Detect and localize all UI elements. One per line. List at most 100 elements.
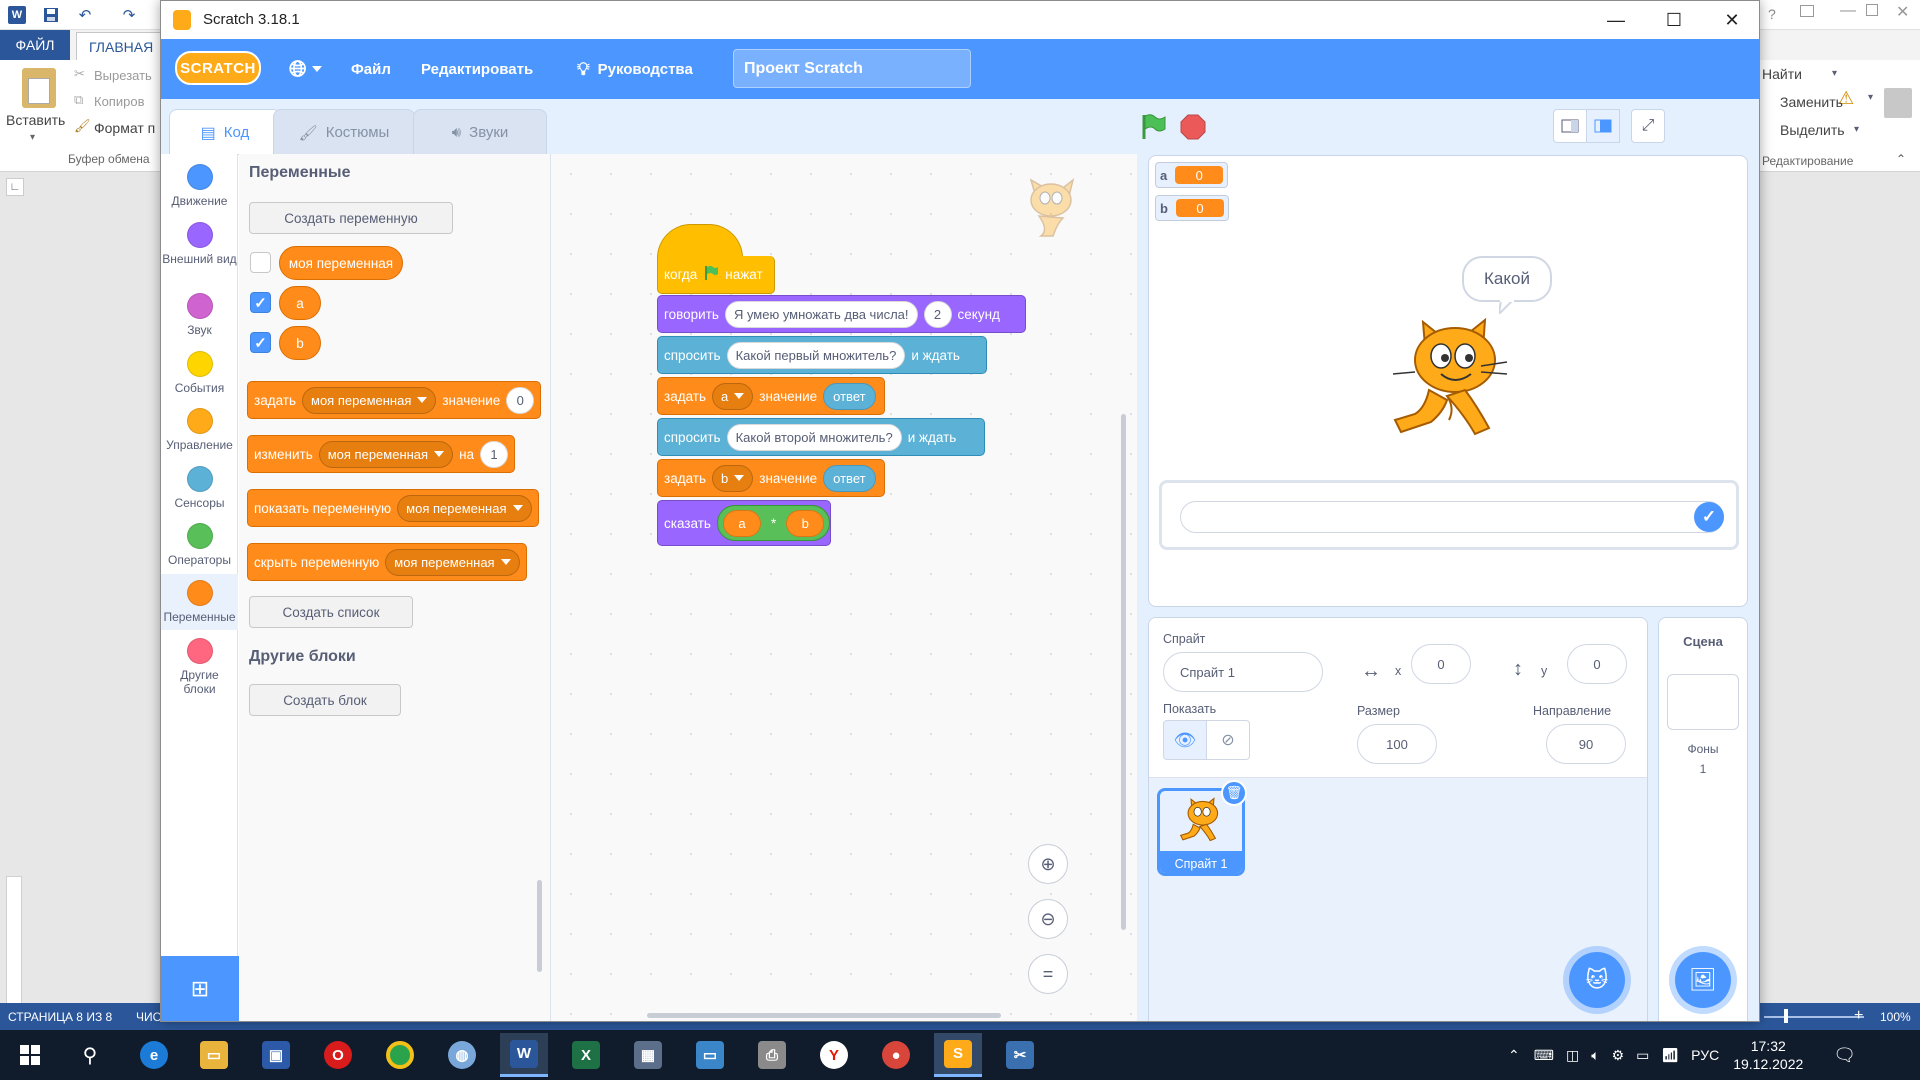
- sprite-name-input[interactable]: Спрайт 1: [1163, 652, 1323, 692]
- taskbar-app-excel[interactable]: X: [562, 1033, 610, 1077]
- say-secs-input[interactable]: 2: [923, 300, 952, 328]
- block-ask-second[interactable]: спросить Какой второй множитель? и ждать: [657, 418, 985, 456]
- variable-dropdown[interactable]: моя переменная: [302, 386, 437, 414]
- choose-backdrop-button[interactable]: 🖼︎: [1675, 952, 1731, 1008]
- format-painter-label[interactable]: Формат п: [94, 120, 155, 136]
- category-events[interactable]: События: [161, 351, 238, 395]
- multiply-operator[interactable]: a * b: [716, 505, 831, 541]
- paste-dropdown-icon[interactable]: ▾: [30, 132, 35, 143]
- collapse-ribbon-icon[interactable]: ⌃: [1896, 152, 1906, 166]
- workspace-horizontal-scrollbar[interactable]: [647, 1013, 1001, 1018]
- category-control[interactable]: Управление: [161, 408, 238, 452]
- tab-costumes[interactable]: 🖌︎ Костюмы: [273, 109, 415, 155]
- block-set-b[interactable]: задать b значение ответ: [657, 459, 885, 497]
- zoom-slider-thumb[interactable]: [1784, 1009, 1788, 1023]
- delete-sprite-button[interactable]: 🗑︎: [1221, 780, 1247, 806]
- search-button[interactable]: ⚲: [66, 1033, 114, 1077]
- green-flag-button[interactable]: [1137, 111, 1169, 143]
- operand-a-reporter[interactable]: a: [722, 509, 761, 537]
- choose-sprite-button[interactable]: 🐱︎: [1569, 952, 1625, 1008]
- answer-reporter[interactable]: ответ: [823, 382, 876, 410]
- format-painter-icon[interactable]: 🖌: [74, 118, 91, 134]
- close-button[interactable]: ✕: [1703, 1, 1759, 39]
- taskbar-app-chrome-profile[interactable]: ●: [872, 1033, 920, 1077]
- reporter-my-variable[interactable]: моя переменная: [279, 246, 403, 280]
- volume-icon[interactable]: 🔈︎: [1591, 1047, 1599, 1064]
- select-dropdown-icon[interactable]: ▾: [1854, 124, 1859, 135]
- variable-dropdown[interactable]: моя переменная: [397, 494, 532, 522]
- operand-b-reporter[interactable]: b: [786, 509, 825, 537]
- category-looks[interactable]: Внешний вид: [161, 222, 238, 266]
- redo-icon[interactable]: ↷: [118, 4, 140, 26]
- show-sprite-button[interactable]: 👁︎: [1163, 720, 1207, 760]
- variable-monitor-a[interactable]: a 0: [1155, 162, 1229, 188]
- find-dropdown-icon[interactable]: ▾: [1832, 68, 1837, 79]
- make-variable-button[interactable]: Создать переменную: [249, 202, 453, 234]
- edit-menu[interactable]: Редактировать: [421, 39, 533, 99]
- word-tab-file[interactable]: ФАЙЛ: [0, 30, 70, 60]
- sprite-cat[interactable]: [1385, 316, 1515, 446]
- taskbar-app-calculator[interactable]: ▦: [624, 1033, 672, 1077]
- cut-icon[interactable]: ✂: [74, 66, 85, 82]
- hide-sprite-button[interactable]: ⊘: [1206, 720, 1250, 760]
- taskbar-app-paint[interactable]: ◍: [438, 1033, 486, 1077]
- minimize-button[interactable]: —: [1587, 1, 1645, 39]
- copy-label[interactable]: Копиров: [94, 94, 144, 109]
- stage-canvas[interactable]: a 0 b 0 Какой ✓: [1148, 155, 1748, 607]
- y-input[interactable]: 0: [1567, 644, 1627, 684]
- word-close-icon[interactable]: ✕: [1896, 2, 1909, 22]
- taskbar-app-opera[interactable]: O: [314, 1033, 362, 1077]
- wifi-icon[interactable]: 📶︎: [1661, 1047, 1679, 1064]
- warning-dropdown-icon[interactable]: ▾: [1868, 92, 1873, 103]
- category-sound[interactable]: Звук: [161, 293, 238, 337]
- checkbox-my-variable[interactable]: [250, 252, 271, 273]
- file-menu[interactable]: Файл: [351, 39, 391, 99]
- category-sensing[interactable]: Сенсоры: [161, 466, 238, 510]
- ask-first-input[interactable]: Какой первый множитель?: [726, 341, 906, 369]
- checkbox-variable-b[interactable]: ✓: [250, 332, 271, 353]
- undo-icon[interactable]: ↶: [74, 4, 96, 26]
- taskbar-app-printer[interactable]: ⎙: [748, 1033, 796, 1077]
- answer-input[interactable]: [1180, 501, 1724, 533]
- zoom-level[interactable]: 100%: [1880, 1010, 1911, 1024]
- steam-icon[interactable]: ⚙: [1612, 1047, 1625, 1064]
- taskbar-app-explorer[interactable]: ▭: [190, 1033, 238, 1077]
- reporter-variable-b[interactable]: b: [279, 326, 321, 360]
- block-say-for-secs[interactable]: говорить Я умею умножать два числа! 2 се…: [657, 295, 1026, 333]
- ribbon-display-icon[interactable]: [1800, 5, 1814, 17]
- taskbar-app-word[interactable]: W: [500, 1033, 548, 1077]
- zoom-in-button[interactable]: ⊕: [1028, 844, 1068, 884]
- category-variables[interactable]: Переменные: [161, 574, 238, 630]
- block-show-variable[interactable]: показать переменную моя переменная: [247, 489, 539, 527]
- copy-icon[interactable]: ⧉: [74, 92, 83, 108]
- input-language[interactable]: РУС: [1691, 1047, 1719, 1063]
- fullscreen-button[interactable]: ⤢: [1631, 109, 1665, 143]
- notifications-icon[interactable]: 🗨︎: [1833, 1045, 1856, 1066]
- camera-icon[interactable]: ◫: [1566, 1047, 1579, 1064]
- ask-second-input[interactable]: Какой второй множитель?: [726, 423, 902, 451]
- status-page[interactable]: СТРАНИЦА 8 ИЗ 8: [8, 1010, 112, 1024]
- reporter-variable-a[interactable]: a: [279, 286, 321, 320]
- block-when-flag-clicked[interactable]: когда нажат: [657, 256, 775, 294]
- block-set-variable[interactable]: задать моя переменная значение 0: [247, 381, 542, 419]
- size-input[interactable]: 100: [1357, 724, 1437, 764]
- variable-monitor-b[interactable]: b 0: [1155, 195, 1229, 221]
- variable-dropdown[interactable]: b: [712, 464, 754, 492]
- say-text-input[interactable]: Я умею умножать два числа!: [724, 300, 918, 328]
- category-motion[interactable]: Движение: [161, 164, 238, 208]
- variable-dropdown[interactable]: моя переменная: [318, 440, 454, 468]
- large-stage-button[interactable]: [1586, 109, 1620, 143]
- block-set-a[interactable]: задать a значение ответ: [657, 377, 885, 415]
- taskbar-app-chrome[interactable]: [376, 1033, 424, 1077]
- word-tab-home[interactable]: ГЛАВНАЯ: [76, 32, 166, 60]
- battery-icon[interactable]: ▭: [1636, 1047, 1649, 1064]
- workspace-vertical-scrollbar[interactable]: [1121, 414, 1126, 930]
- make-list-button[interactable]: Создать список: [249, 596, 413, 628]
- paste-icon[interactable]: [22, 68, 56, 108]
- taskbar-app-scratch[interactable]: S: [934, 1033, 982, 1077]
- zoom-reset-button[interactable]: =: [1028, 954, 1068, 994]
- start-button[interactable]: [6, 1033, 54, 1077]
- palette-scrollbar[interactable]: [537, 880, 542, 972]
- variable-dropdown[interactable]: a: [712, 382, 754, 410]
- add-extension-button[interactable]: ⊞: [161, 956, 239, 1021]
